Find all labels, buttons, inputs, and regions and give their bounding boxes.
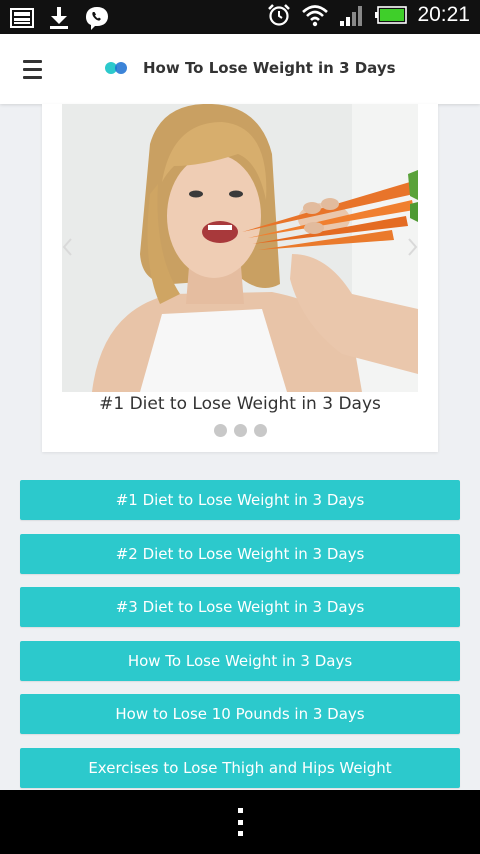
article-button-list: #1 Diet to Lose Weight in 3 Days #2 Diet…: [20, 480, 460, 801]
wifi-icon: [302, 5, 329, 27]
overflow-menu-icon[interactable]: [230, 806, 250, 838]
woman-with-carrots-photo: [62, 104, 418, 392]
overflow-dot: [237, 819, 243, 825]
slide-caption: #1 Diet to Lose Weight in 3 Days: [99, 394, 381, 414]
carousel-dots: [42, 424, 438, 437]
signal-icon: [340, 6, 363, 26]
carousel-prev-icon[interactable]: [58, 234, 78, 260]
overflow-dot: [237, 831, 243, 836]
hamburger-icon: [23, 59, 42, 63]
status-bar: 20:21: [0, 0, 480, 34]
gallery-icon: [10, 8, 34, 28]
slide-image[interactable]: [62, 104, 418, 392]
carousel-dot[interactable]: [213, 424, 227, 437]
app-logo-icon: [105, 62, 127, 74]
download-icon: [50, 7, 68, 29]
carousel-card: #1 Diet to Lose Weight in 3 Days: [42, 104, 438, 452]
article-button-diet-2[interactable]: #2 Diet to Lose Weight in 3 Days: [20, 533, 460, 574]
navigation-bar: [0, 790, 480, 854]
carousel-dot[interactable]: [253, 424, 267, 437]
carousel-dot[interactable]: [233, 424, 247, 437]
article-button-exercises[interactable]: Exercises to Lose Thigh and Hips Weight: [20, 747, 460, 788]
alarm-icon: [268, 4, 291, 26]
hamburger-line: [23, 75, 42, 79]
hamburger-menu-button[interactable]: [14, 54, 52, 84]
carousel-next-icon[interactable]: [402, 234, 422, 260]
article-button-10-pounds[interactable]: How to Lose 10 Pounds in 3 Days: [20, 694, 460, 734]
status-time: 20:21: [417, 3, 470, 26]
article-button-how-to[interactable]: How To Lose Weight in 3 Days: [20, 640, 460, 681]
article-button-diet-3[interactable]: #3 Diet to Lose Weight in 3 Days: [20, 587, 460, 627]
page-title: How To Lose Weight in 3 Days: [143, 59, 396, 77]
article-button-diet-1[interactable]: #1 Diet to Lose Weight in 3 Days: [20, 480, 460, 520]
overflow-dot: [237, 808, 243, 813]
battery-icon: [375, 6, 408, 24]
app-header: How To Lose Weight in 3 Days: [0, 34, 480, 104]
hamburger-line: [23, 67, 42, 71]
viber-icon: [86, 7, 108, 30]
